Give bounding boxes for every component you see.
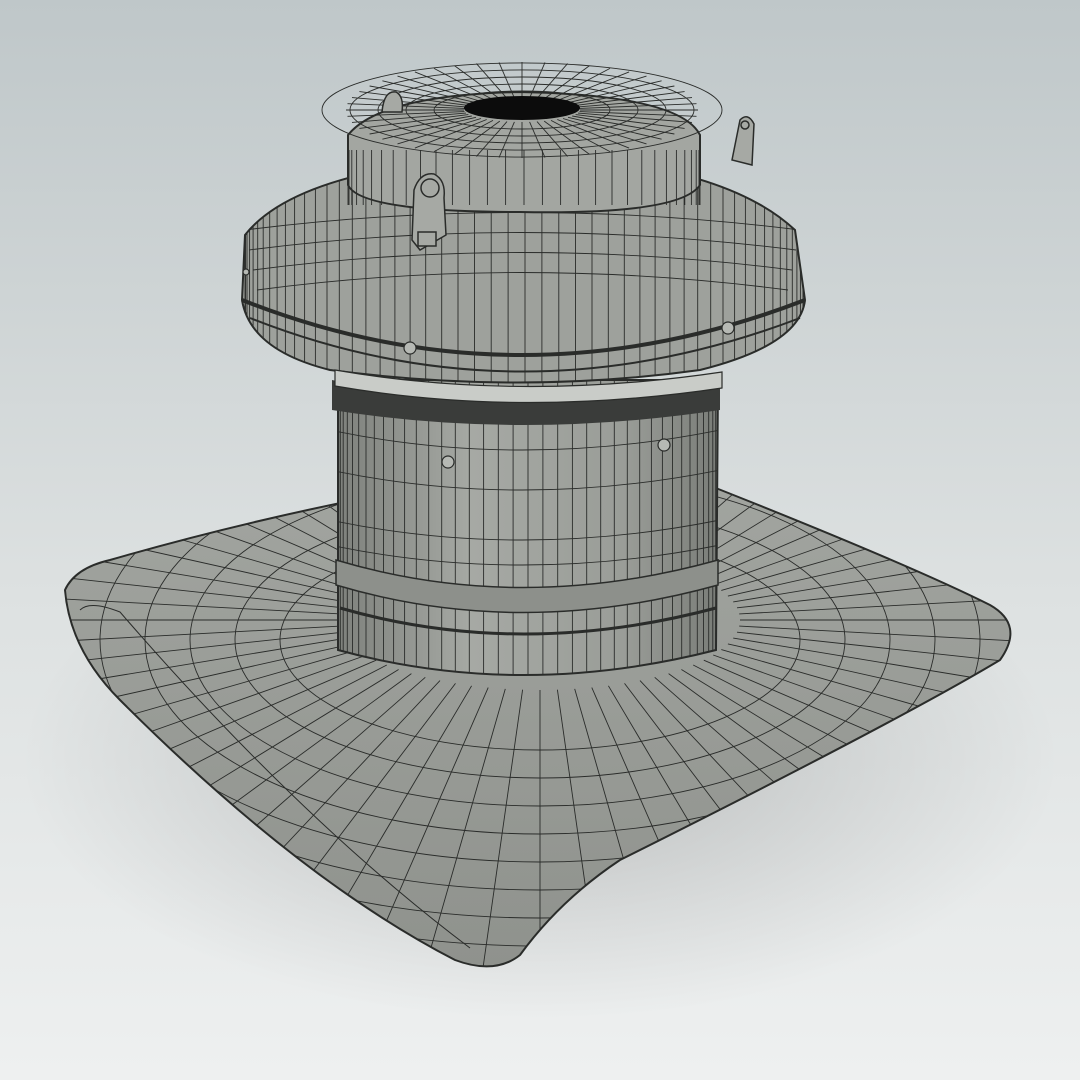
hinge-bracket — [411, 173, 447, 251]
render-scene — [0, 0, 1080, 1080]
fan-housing-cylinder — [332, 379, 720, 676]
vent-opening — [464, 96, 580, 120]
